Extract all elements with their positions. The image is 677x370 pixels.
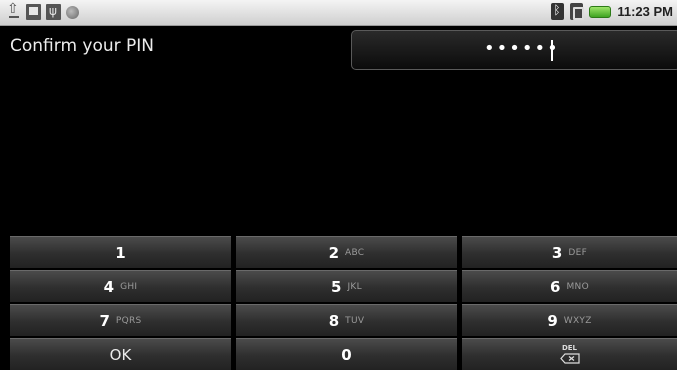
key-digit: 5 — [331, 277, 342, 296]
battery-icon — [589, 5, 612, 18]
key-digit: 3 — [551, 243, 563, 262]
key-9[interactable]: 9 WXYZ — [462, 304, 677, 336]
storage-icon — [26, 4, 41, 20]
upload-icon — [6, 1, 21, 20]
delete-key-content: DEL — [559, 344, 580, 364]
key-1[interactable]: 1 — [10, 236, 231, 268]
key-digit: 7 — [99, 311, 110, 330]
status-clock: 11:23 PM — [617, 4, 673, 19]
key-digit: 0 — [341, 345, 352, 364]
pin-input[interactable]: •••••• — [351, 30, 677, 70]
ok-label: OK — [109, 345, 132, 364]
key-digit: 2 — [328, 243, 340, 262]
key-5[interactable]: 5 JKL — [236, 270, 457, 302]
key-letters: JKL — [347, 281, 362, 292]
key-digit: 1 — [115, 243, 126, 262]
key-digit: 9 — [547, 311, 558, 330]
ok-button[interactable]: OK — [10, 338, 231, 370]
key-letters: WXYZ — [563, 315, 592, 326]
key-3[interactable]: 3 DEF — [462, 236, 677, 268]
text-cursor — [551, 40, 553, 61]
key-7[interactable]: 7 PQRS — [10, 304, 231, 336]
status-bar: 11:23 PM — [0, 0, 677, 26]
status-bar-right-icons: 11:23 PM — [551, 3, 673, 20]
pin-masked-value: •••••• — [484, 38, 560, 59]
key-letters: GHI — [120, 281, 138, 292]
signal-icon — [570, 3, 585, 20]
pin-prompt-label: Confirm your PIN — [10, 36, 155, 56]
delete-label: DEL — [561, 344, 578, 352]
key-digit: 6 — [550, 277, 561, 296]
status-bar-left-icons — [6, 1, 79, 20]
usb-debug-icon — [46, 4, 61, 20]
key-letters: PQRS — [115, 315, 142, 326]
key-2[interactable]: 2 ABC — [236, 236, 457, 268]
delete-button[interactable]: DEL — [462, 338, 677, 370]
key-digit: 8 — [328, 311, 340, 330]
key-8[interactable]: 8 TUV — [236, 304, 457, 336]
key-letters: MNO — [566, 281, 589, 292]
key-0[interactable]: 0 — [236, 338, 457, 370]
key-6[interactable]: 6 MNO — [462, 270, 677, 302]
key-digit: 4 — [103, 277, 115, 296]
key-letters: ABC — [345, 247, 365, 258]
sync-icon — [66, 5, 79, 19]
key-letters: DEF — [568, 247, 588, 258]
key-4[interactable]: 4 GHI — [10, 270, 231, 302]
backspace-icon — [559, 353, 580, 364]
key-letters: TUV — [345, 315, 365, 326]
bluetooth-icon — [551, 3, 565, 20]
